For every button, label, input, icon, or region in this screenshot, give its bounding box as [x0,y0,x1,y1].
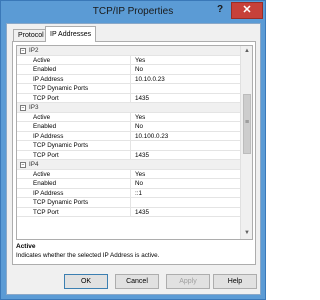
property-name: TCP Port [33,151,59,159]
property-value[interactable]: Yes [135,56,145,65]
property-name: Active [33,170,51,178]
close-icon: ✕ [242,4,252,16]
property-row[interactable]: TCP Port 1435 [17,93,241,103]
category-label: IP2 [29,47,39,54]
property-value[interactable]: No [135,179,143,188]
property-name: Enabled [33,123,57,130]
column-divider [130,93,131,102]
collapse-icon[interactable]: − [20,48,26,54]
property-grid: − IP2 Active Yes Enabled No IP Address 10.10.0.… [16,45,253,240]
property-row[interactable]: IP Address 10.100.0.23 [17,131,241,141]
property-name: TCP Port [33,208,59,216]
column-divider [130,207,131,216]
column-divider [130,74,131,83]
property-name: Active [33,113,51,121]
property-row[interactable]: Enabled No [17,65,241,75]
property-name: IP Address [33,189,64,197]
property-value[interactable]: 1435 [135,151,149,160]
column-divider [130,55,131,64]
property-name: Enabled [33,180,57,187]
description-title: Active [16,243,36,250]
property-row[interactable]: IP Address::1 [17,188,241,198]
property-value[interactable]: No [135,122,143,131]
property-value[interactable]: Yes [135,170,145,179]
category-row[interactable]: − IP2 [17,46,241,56]
column-divider [130,141,131,150]
cancel-button[interactable]: Cancel [115,274,159,289]
scroll-up-arrow-icon[interactable]: ▲ [241,46,252,57]
scroll-down-arrow-icon[interactable]: ▼ [241,228,252,239]
category-label: IP4 [29,161,39,168]
property-name: TCP Dynamic Ports [33,85,89,92]
property-row[interactable]: TCP Port 1435 [17,150,241,160]
column-divider [130,112,131,121]
description-text: Indicates whether the selected IP Addres… [16,252,160,259]
property-name: Enabled [33,66,57,73]
property-name: TCP Dynamic Ports [33,199,89,206]
property-name: Active [33,56,51,64]
vertical-scrollbar[interactable]: ▲ ≡ ▼ [240,46,252,239]
property-row[interactable]: Active Yes [17,169,241,179]
property-name: IP Address [33,132,64,140]
column-divider [130,122,131,131]
property-row[interactable]: TCP Dynamic Ports [17,198,241,208]
scroll-thumb[interactable]: ≡ [243,94,251,154]
column-divider [130,131,131,140]
property-row[interactable]: IP Address 10.10.0.23 [17,74,241,84]
column-divider [130,179,131,188]
column-divider [130,188,131,197]
ip-addresses-panel: − IP2 Active Yes Enabled No IP Address 10.10.0.… [12,41,256,265]
property-name: TCP Dynamic Ports [33,142,89,149]
column-divider [130,84,131,93]
column-divider [130,169,131,178]
property-row[interactable]: TCP Dynamic Ports [17,84,241,94]
dialog-buttons: OK Cancel Apply Help [7,274,262,292]
column-divider [130,65,131,74]
description-pane: Active Indicates whether the selected IP… [16,243,253,263]
property-value[interactable]: Yes [135,113,145,122]
property-value[interactable]: 10.100.0.23 [135,132,168,141]
category-label: IP3 [29,104,39,111]
property-row[interactable]: Active Yes [17,112,241,122]
help-button[interactable]: Help [213,274,257,289]
column-divider [130,198,131,207]
category-row[interactable]: − IP4 [17,160,241,170]
property-row[interactable]: TCP Dynamic Ports [17,141,241,151]
property-name: TCP Port [33,94,59,102]
property-rows: − IP2 Active Yes Enabled No IP Address 10.10.0.… [17,46,241,217]
tcpip-properties-window: TCP/IP Properties ? ✕ Protocol IP Addres… [0,0,266,300]
help-title-button[interactable]: ? [209,2,231,18]
property-value[interactable]: 1435 [135,94,149,103]
property-row[interactable]: Enabled No [17,122,241,132]
title-bar[interactable]: TCP/IP Properties ? ✕ [1,1,265,23]
property-value[interactable]: No [135,65,143,74]
property-row[interactable]: TCP Port 1435 [17,207,241,217]
collapse-icon[interactable]: − [20,162,26,168]
property-name: IP Address [33,75,64,83]
property-row[interactable]: Active Yes [17,55,241,65]
property-row[interactable]: Enabled No [17,179,241,189]
apply-button[interactable]: Apply [166,274,210,289]
property-value[interactable]: ::1 [135,189,142,198]
close-button[interactable]: ✕ [231,2,263,19]
collapse-icon[interactable]: − [20,105,26,111]
property-value[interactable]: 10.10.0.23 [135,75,165,84]
dialog-client: Protocol IP Addresses − IP2 Active Yes Enabl… [6,23,261,295]
tab-ip-addresses[interactable]: IP Addresses [45,26,97,42]
category-row[interactable]: − IP3 [17,103,241,113]
column-divider [130,150,131,159]
ok-button[interactable]: OK [64,274,108,289]
property-value[interactable]: 1435 [135,208,149,217]
